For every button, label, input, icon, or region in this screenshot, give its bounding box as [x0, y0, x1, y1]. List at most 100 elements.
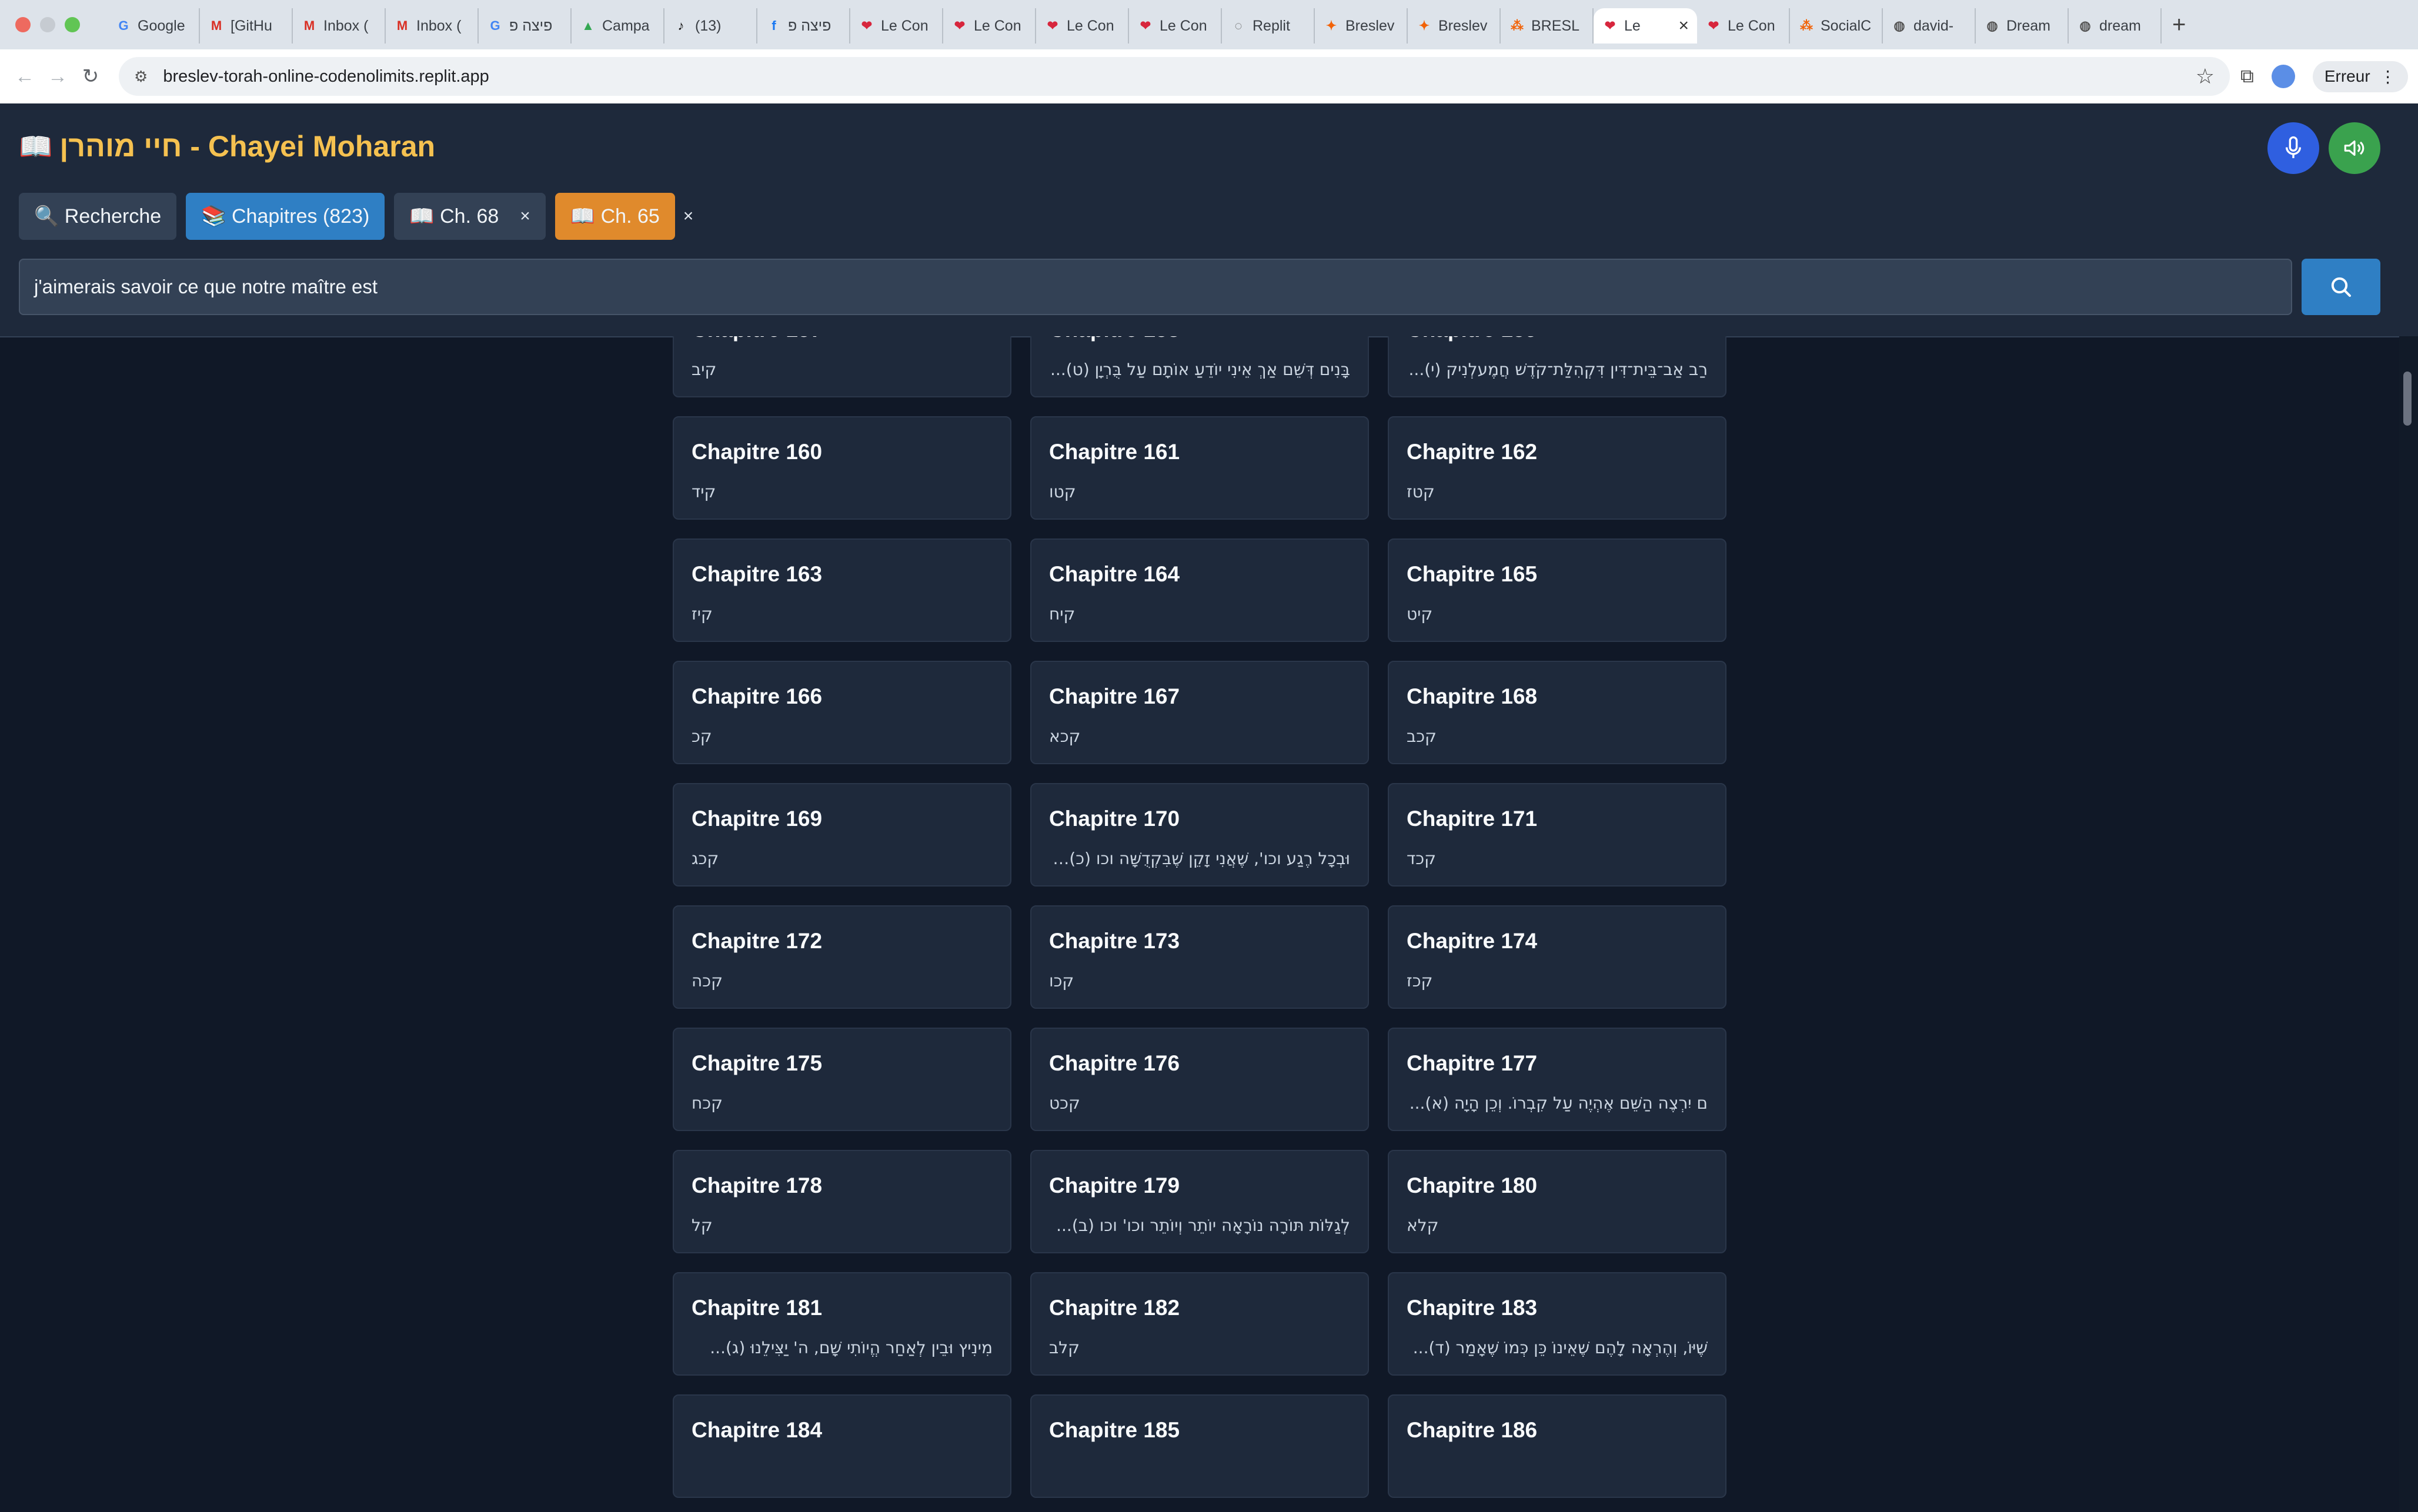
chapter-title: Chapitre 182 — [1049, 1296, 1180, 1320]
tab-title: פיצה פ — [509, 17, 553, 34]
tab-ch65-group: 📖 Ch. 65 × — [555, 193, 699, 240]
tab-title: david- — [1913, 17, 1954, 34]
tab-recherche[interactable]: 🔍 Recherche — [19, 193, 177, 240]
chapter-card[interactable]: Chapitre 160 קיד — [673, 416, 1011, 520]
page-scrollbar-thumb[interactable] — [2403, 372, 2412, 426]
chapter-card[interactable]: Chapitre 158 בָּנִים דְּשֵׁם אַךְ אֵינִי … — [1030, 336, 1369, 397]
chapter-card[interactable]: Chapitre 163 קיז — [673, 538, 1011, 642]
chapter-title: Chapitre 159 — [1407, 336, 1708, 342]
cast-icon[interactable]: ⧉ — [2240, 65, 2254, 88]
browser-tab[interactable]: ◍ dream — [2069, 8, 2162, 44]
profile-error-button[interactable]: Erreur ⋮ — [2312, 61, 2408, 92]
chapter-card[interactable]: Chapitre 173 קכו — [1030, 905, 1369, 1009]
search-input[interactable]: j'aimerais savoir ce que notre maître es… — [19, 259, 2292, 315]
browser-tab[interactable]: ❤ Le Con — [1036, 8, 1129, 44]
chapter-card[interactable]: Chapitre 170 וּבְכָל רֶגַע וכו', שֶׁאֲנִי… — [1030, 783, 1369, 887]
chapter-card[interactable]: Chapitre 186 — [1388, 1394, 1726, 1498]
site-settings-icon[interactable]: ⚙ — [134, 68, 148, 86]
chapter-card[interactable]: Chapitre 174 קכז — [1388, 905, 1726, 1009]
tab-chapitres[interactable]: 📚 Chapitres (823) — [186, 193, 385, 240]
chapter-subtitle: קל — [692, 1216, 713, 1235]
chapter-subtitle: קכג — [692, 849, 719, 868]
chapter-card[interactable]: Chapitre 166 קכ — [673, 661, 1011, 764]
new-tab-button[interactable]: + — [2172, 12, 2186, 38]
browser-tab[interactable]: G פיצה פ — [479, 8, 572, 44]
chapter-card[interactable]: Chapitre 165 קיט — [1388, 538, 1726, 642]
browser-tab[interactable]: ◍ david- — [1883, 8, 1976, 44]
browser-tab[interactable]: M [GitHu — [200, 8, 293, 44]
chapter-card[interactable]: Chapitre 178 קל — [673, 1150, 1011, 1253]
browser-tab[interactable]: ◍ Dream — [1976, 8, 2069, 44]
chapter-card[interactable]: Chapitre 157 קיב — [673, 336, 1011, 397]
browser-tab[interactable]: f פיצה פ — [757, 8, 850, 44]
search-button[interactable] — [2302, 259, 2380, 315]
tab-ch65[interactable]: 📖 Ch. 65 — [555, 193, 675, 240]
chapter-card[interactable]: Chapitre 169 קכג — [673, 783, 1011, 887]
reload-icon[interactable]: ↻ — [74, 65, 107, 88]
chapter-title: Chapitre 176 — [1049, 1051, 1180, 1075]
browser-tab[interactable]: ❤ Le Con — [1697, 8, 1790, 44]
chapter-card[interactable]: Chapitre 176 קכט — [1030, 1028, 1369, 1131]
minimize-window-button[interactable] — [40, 17, 55, 32]
browser-tab[interactable]: M Inbox ( — [293, 8, 386, 44]
chapter-subtitle: קכ — [692, 727, 712, 746]
browser-tab[interactable]: ▲ Campa — [572, 8, 664, 44]
chapter-title: Chapitre 179 — [1049, 1173, 1180, 1197]
browser-tab[interactable]: ❤ Le Con — [943, 8, 1036, 44]
tab-ch68[interactable]: 📖 Ch. 68 × — [394, 193, 546, 240]
chapter-card[interactable]: Chapitre 172 קכה — [673, 905, 1011, 1009]
browser-tab[interactable]: ◌ Replit — [1222, 8, 1315, 44]
browser-tab[interactable]: ✦ Breslev — [1408, 8, 1501, 44]
browser-toolbar: ← → ↻ ⚙ breslev-torah-online-codenolimit… — [0, 49, 2418, 104]
tab-ch65-close-icon[interactable]: × — [683, 206, 694, 226]
chapter-card[interactable]: Chapitre 182 קלב — [1030, 1272, 1369, 1376]
chapter-card[interactable]: Chapitre 168 קכב — [1388, 661, 1726, 764]
chapter-card[interactable]: Chapitre 164 קיח — [1030, 538, 1369, 642]
microphone-button[interactable] — [2267, 122, 2319, 174]
maximize-window-button[interactable] — [65, 17, 80, 32]
chapter-card[interactable]: Chapitre 179 לְגַלּוֹת תּוֹרָה נוֹרָאָה י… — [1030, 1150, 1369, 1253]
chapter-card[interactable]: Chapitre 162 קטז — [1388, 416, 1726, 520]
chapter-subtitle: קכא — [1049, 727, 1081, 746]
chapter-subtitle: וּבְכָל רֶגַע וכו', שֶׁאֲנִי זָקֵן שֶׁבִ… — [1049, 849, 1350, 868]
chapter-card[interactable]: Chapitre 177 ם יִרְצֶה הַשֵּׁם אֶהְיֶה עַ… — [1388, 1028, 1726, 1131]
back-icon[interactable]: ← — [8, 65, 41, 88]
tab-favicon-icon: ❤ — [954, 18, 966, 33]
chapter-card[interactable]: Chapitre 183 שֶׁיּוֹ, וְהֶרְאָה לָהֶם שֶׁ… — [1388, 1272, 1726, 1376]
browser-tab[interactable]: G Google — [107, 8, 200, 44]
tab-favicon-icon: M — [211, 18, 222, 33]
chapter-card[interactable]: Chapitre 184 — [673, 1394, 1011, 1498]
chapter-card[interactable]: Chapitre 161 קטו — [1030, 416, 1369, 520]
browser-tab[interactable]: ⁂ BRESL — [1501, 8, 1594, 44]
chapter-title: Chapitre 180 — [1407, 1173, 1538, 1197]
chapter-card[interactable]: Chapitre 167 קכא — [1030, 661, 1369, 764]
chapter-card[interactable]: Chapitre 171 קכד — [1388, 783, 1726, 887]
chapter-title: Chapitre 173 — [1049, 929, 1180, 953]
browser-tab[interactable]: ❤ Le Con — [850, 8, 943, 44]
tab-ch68-close-icon[interactable]: × — [520, 206, 530, 226]
browser-tab[interactable]: ⁂ SocialC — [1790, 8, 1883, 44]
chapter-card[interactable]: Chapitre 159 רַב אַב־בֵּית־דִּין דִּקְהִל… — [1388, 336, 1726, 397]
browser-tab[interactable]: ✦ Breslev — [1315, 8, 1408, 44]
search-icon — [2331, 277, 2351, 297]
browser-tab[interactable]: ❤ Le Con — [1129, 8, 1222, 44]
speaker-button[interactable] — [2329, 122, 2380, 174]
forward-icon[interactable]: → — [41, 65, 74, 88]
microphone-icon — [2285, 136, 2302, 158]
browser-tab[interactable]: M Inbox ( — [386, 8, 479, 44]
chapter-title: Chapitre 186 — [1407, 1418, 1538, 1442]
browser-tab[interactable]: ❤ Le × — [1594, 8, 1697, 44]
chapter-title: Chapitre 168 — [1407, 684, 1538, 708]
browser-tab[interactable]: ♪ (13) — [664, 8, 757, 44]
chapter-card[interactable]: Chapitre 175 קכח — [673, 1028, 1011, 1131]
close-window-button[interactable] — [15, 17, 31, 32]
address-bar[interactable]: ⚙ breslev-torah-online-codenolimits.repl… — [119, 57, 2230, 96]
bookmark-star-icon[interactable]: ☆ — [2196, 64, 2215, 89]
chapter-card[interactable]: Chapitre 181 מִינִיץ וּבֵין לְאַחַר הֱיוֹ… — [673, 1272, 1011, 1376]
profile-avatar[interactable] — [2271, 65, 2295, 88]
chapter-card[interactable]: Chapitre 185 — [1030, 1394, 1369, 1498]
chapters-grid: Chapitre 157 קיב Chapitre 158 בָּנִים דְּשֵ… — [673, 336, 1726, 1498]
chapter-card[interactable]: Chapitre 180 קלא — [1388, 1150, 1726, 1253]
page-scrollbar[interactable] — [2399, 336, 2418, 1512]
tab-close-icon[interactable]: × — [1678, 16, 1689, 36]
